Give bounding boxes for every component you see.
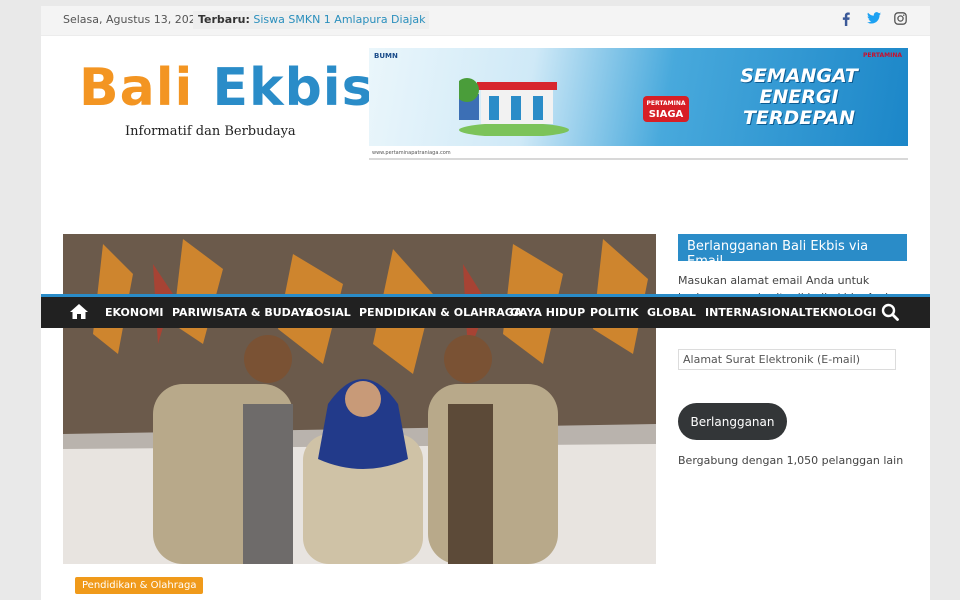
page-wrapper: Selasa, Agustus 13, 2024 Terbaru: Siswa … [41,6,930,600]
siaga-badge-top: PERTAMINA [646,100,686,107]
search-icon[interactable] [881,303,899,325]
main-navigation: EKONOMI PARIWISATA & BUDAYA SOSIAL PENDI… [41,294,930,328]
top-bar: Selasa, Agustus 13, 2024 Terbaru: Siswa … [41,6,930,36]
slogan-line-1: SEMANGAT [740,65,858,87]
banner-slogan: SEMANGAT ENERGI TERDEPAN [699,66,899,129]
slogan-line-3: TERDEPAN [742,107,856,129]
slogan-line-2: ENERGI [759,86,839,108]
subscribe-widget-title-text: Berlangganan Bali Ekbis via Email [678,234,907,269]
pertamina-siaga-badge: PERTAMINA SIAGA [643,96,689,122]
ad-banner[interactable]: BUMN PERTAMINA PERTAMINA SIAGA SEMANGAT … [369,48,908,160]
nav-item-pariwisata-budaya[interactable]: PARIWISATA & BUDAYA [172,306,314,319]
banner-url: www.pertaminapatraniaga.com [372,150,451,156]
banner-footer-strip: www.pertaminapatraniaga.com [369,146,908,158]
siaga-badge-bottom: SIAGA [648,109,684,120]
nav-item-internasional[interactable]: INTERNASIONAL [705,306,806,319]
logo-ekbis-text: Ekbis [212,58,374,118]
subscriber-count: Bergabung dengan 1,050 pelanggan lain [678,454,904,467]
nav-item-ekonomi[interactable]: EKONOMI [105,306,164,319]
subscribe-button[interactable]: Berlangganan [678,403,787,440]
subscribe-widget-title: Berlangganan Bali Ekbis via Email [678,234,907,269]
ticker-label: Terbaru: [198,13,250,26]
gas-station-illustration [459,78,569,136]
article-category-badge[interactable]: Pendidikan & Olahraga [75,577,204,594]
logo-bali-text: Bali [79,58,194,118]
pertamina-logo: PERTAMINA [863,52,902,59]
nav-item-politik[interactable]: POLITIK [590,306,639,319]
home-icon[interactable] [69,303,89,324]
nav-item-sosial[interactable]: SOSIAL [306,306,351,319]
news-ticker[interactable]: Terbaru: Siswa SMKN 1 Amlapura Diajak Ca… [193,11,429,29]
site-tagline: Informatif dan Berbudaya [125,124,296,139]
featured-photo [63,234,656,564]
nav-item-gaya-hidup[interactable]: GAYA HIDUP [510,306,585,319]
nav-item-pendidikan-olahraga[interactable]: PENDIDIKAN & OLAHRAGA [359,306,522,319]
current-date: Selasa, Agustus 13, 2024 [63,13,203,26]
site-logo[interactable]: Bali Ekbis [79,58,374,118]
twitter-icon[interactable] [867,12,881,29]
article-featured-image[interactable] [63,234,656,564]
facebook-icon[interactable] [841,12,851,31]
nav-item-global[interactable]: GLOBAL [647,306,696,319]
email-field[interactable] [678,349,896,370]
instagram-icon[interactable] [894,12,907,30]
bumn-logo: BUMN [374,52,398,60]
ticker-headline-link[interactable]: Siswa SMKN 1 Amlapura Diajak Cari [253,13,429,26]
nav-item-teknologi[interactable]: TEKNOLOGI [805,306,876,319]
